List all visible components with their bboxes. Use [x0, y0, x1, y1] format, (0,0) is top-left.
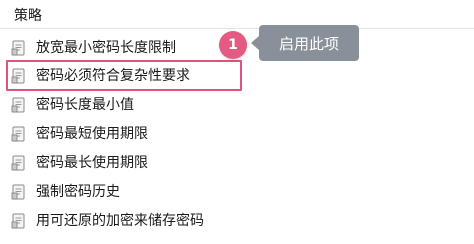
header-divider	[0, 28, 474, 29]
policy-icon	[11, 97, 25, 113]
policy-list-panel: 策略 放宽最小密码长度限制 密码必须符合复杂性要求 密码长度最小值 密码最短使用…	[0, 0, 474, 244]
policy-icon	[11, 40, 25, 56]
policy-icon	[11, 184, 25, 200]
policy-label: 放宽最小密码长度限制	[36, 40, 176, 56]
policy-row-max-age[interactable]: 密码最长使用期限	[10, 150, 148, 176]
policy-row-min-age[interactable]: 密码最短使用期限	[10, 121, 148, 147]
policy-icon	[11, 213, 25, 229]
step-badge: 1	[219, 31, 247, 59]
callout-tooltip: 启用此项	[251, 25, 359, 61]
policy-label: 强制密码历史	[36, 184, 120, 200]
policy-label: 密码最短使用期限	[36, 126, 148, 142]
policy-icon	[11, 155, 25, 171]
policy-label: 密码最长使用期限	[36, 155, 148, 171]
policy-row-reversible-encryption[interactable]: 用可还原的加密来储存密码	[10, 208, 204, 234]
policy-row-relax-min-length[interactable]: 放宽最小密码长度限制	[10, 35, 176, 61]
policy-row-history[interactable]: 强制密码历史	[10, 179, 120, 205]
policy-label: 密码长度最小值	[36, 97, 134, 113]
selection-highlight-box	[6, 60, 242, 91]
policy-icon	[11, 126, 25, 142]
column-header-policy[interactable]: 策略	[14, 6, 42, 26]
policy-row-min-length[interactable]: 密码长度最小值	[10, 92, 134, 118]
policy-label: 用可还原的加密来储存密码	[36, 213, 204, 229]
